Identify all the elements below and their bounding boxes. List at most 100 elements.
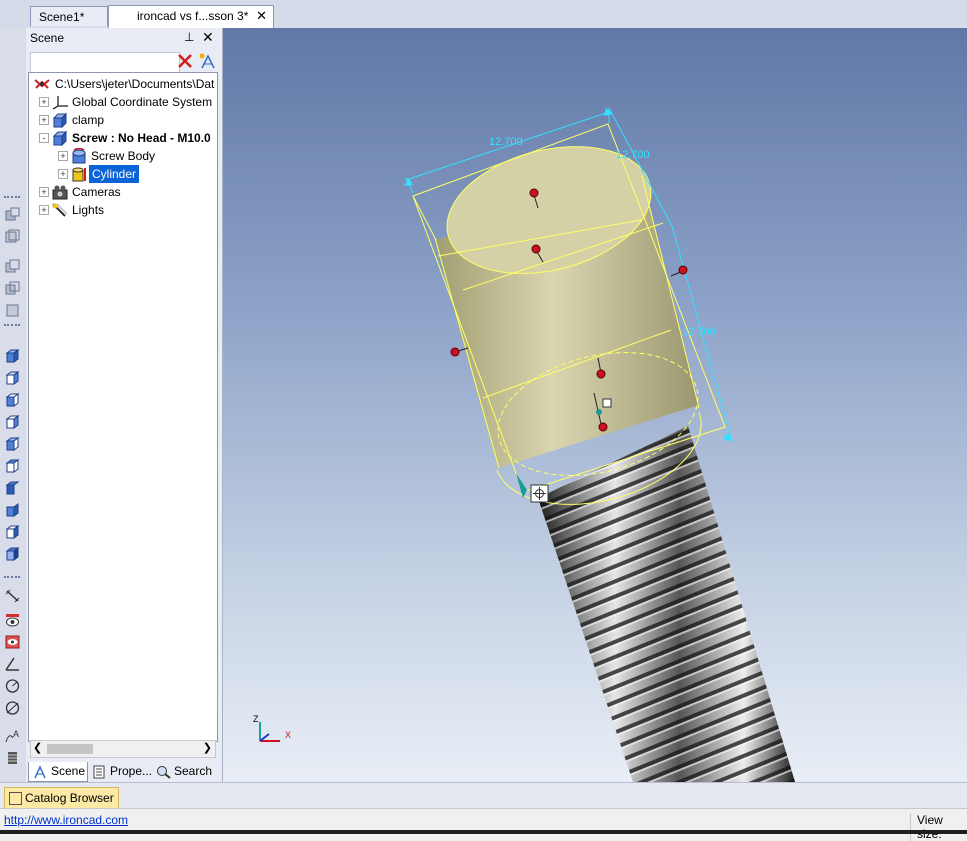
handle-top[interactable] (529, 188, 539, 198)
toolbar-grip[interactable] (4, 576, 20, 581)
scene-filter-input[interactable] (30, 52, 180, 74)
box-side-icon[interactable] (4, 414, 21, 430)
box-top-icon[interactable] (4, 458, 21, 474)
align-tool-icon[interactable] (4, 206, 21, 222)
catalog-icon (9, 792, 22, 805)
tab-label: Search (174, 764, 213, 778)
box-corner-icon[interactable] (4, 436, 21, 452)
handle-left[interactable] (450, 347, 460, 357)
scroll-right-icon[interactable]: ❯ (203, 741, 212, 754)
box-shape-icon[interactable] (4, 348, 21, 364)
dimension-label-width[interactable]: 12.700 (489, 136, 523, 148)
tree-horizontal-scrollbar[interactable]: ❮ ❯ (30, 740, 216, 758)
screw-thread-shaft[interactable] (538, 426, 795, 782)
scene-tree[interactable]: C:\Users\jeter\Documents\Dat + Global Co… (28, 72, 218, 742)
scene-tab-icon (34, 765, 46, 779)
expand-icon[interactable]: + (39, 187, 49, 197)
handle-upper[interactable] (531, 244, 541, 254)
panel-title: Scene (30, 31, 65, 45)
pin-icon[interactable]: ⊥ (184, 30, 194, 44)
expand-icon[interactable]: + (39, 97, 49, 107)
close-tab-icon[interactable]: ✕ (256, 6, 267, 26)
subtract-tool-icon[interactable] (4, 302, 21, 318)
scene-panel: Scene ⊥ ✕ C:\Users\jeter\Documents\Dat +… (26, 28, 223, 782)
expand-icon[interactable]: + (39, 205, 49, 215)
expand-icon[interactable]: + (58, 151, 68, 161)
anchor-marker-icon[interactable] (602, 398, 612, 408)
dimension-label-depth[interactable]: 12.700 (616, 149, 650, 161)
scroll-left-icon[interactable]: ❮ (33, 741, 42, 754)
screw-body-icon (70, 147, 88, 164)
tree-item-label: Cylinder (89, 165, 140, 183)
handle-bottom[interactable] (598, 422, 608, 432)
status-bar: http://www.ironcad.com View size: (0, 808, 967, 841)
tab-scene1[interactable]: Scene1* (30, 6, 108, 26)
box-back-icon[interactable] (4, 502, 21, 518)
box-outline-icon[interactable] (4, 370, 21, 386)
camera-icon (51, 184, 69, 200)
handle-lower[interactable] (596, 369, 606, 379)
boolean-tool-icon[interactable] (4, 258, 21, 274)
tree-item-label: Screw Body (91, 149, 156, 163)
light-icon (51, 202, 69, 218)
tab-label: Prope... (110, 764, 153, 778)
toolbar-grip[interactable] (4, 324, 20, 329)
coordinate-system-icon (51, 94, 69, 110)
measure-tool-icon[interactable] (4, 588, 21, 604)
tab-search[interactable]: Search (154, 762, 216, 781)
ironcad-website-link[interactable]: http://www.ironcad.com (4, 813, 128, 827)
visibility-tool-icon[interactable] (4, 612, 21, 628)
catalog-bar: Catalog Browser (0, 782, 967, 809)
scrollbar-thumb[interactable] (47, 744, 93, 754)
box-iso-icon[interactable] (4, 524, 21, 540)
box-bottom-icon[interactable] (4, 480, 21, 496)
part-icon (51, 112, 69, 129)
3d-viewport[interactable]: 12.700 12.700 12.700 Z X (223, 28, 967, 782)
eye-tool-icon[interactable] (4, 634, 21, 650)
clear-filter-icon[interactable] (176, 52, 194, 70)
dimension-label-height[interactable]: 12.700 (682, 326, 716, 338)
tree-item-label: Screw : No Head - M10.0 (72, 131, 211, 145)
tree-item-label: Cameras (72, 185, 121, 199)
handle-right[interactable] (678, 265, 688, 275)
part-icon (51, 130, 69, 147)
view-size-label: View size: (910, 813, 967, 841)
toolbar-grip[interactable] (4, 196, 20, 201)
catalog-browser-button[interactable]: Catalog Browser (4, 787, 119, 809)
left-toolbar: A (0, 28, 27, 782)
shell-tool-icon[interactable] (4, 228, 21, 244)
taskbar-edge (0, 830, 967, 834)
tab-label: Scene1* (39, 10, 85, 24)
tree-item-label: Global Coordinate System (72, 95, 213, 109)
tab-properties[interactable]: Prope... (90, 762, 152, 781)
tab-ironcad-lesson[interactable]: ironcad vs f...sson 3* ✕ (108, 5, 274, 28)
diameter-tool-icon[interactable] (4, 700, 21, 716)
box-front-icon[interactable] (4, 392, 21, 408)
close-panel-icon[interactable]: ✕ (202, 29, 214, 46)
tab-label: ironcad vs f...sson 3* (137, 9, 249, 23)
cylinder-icon (70, 166, 88, 182)
z-axis-label: Z (253, 714, 259, 724)
box-shaded-icon[interactable] (4, 546, 21, 562)
text-tool-icon[interactable]: A (4, 728, 21, 744)
tab-scene[interactable]: Scene (28, 762, 88, 782)
catalog-browser-label: Catalog Browser (25, 791, 114, 805)
scene-panel-header: Scene ⊥ ✕ (26, 28, 222, 48)
x-axis-label: X (285, 730, 292, 740)
expand-icon[interactable]: + (39, 115, 49, 125)
combine-tool-icon[interactable] (4, 280, 21, 296)
filter-wand-icon[interactable] (198, 52, 216, 70)
expand-icon[interactable]: + (58, 169, 68, 179)
tree-item-label: C:\Users\jeter\Documents\Dat (55, 77, 215, 91)
scene-render (259, 107, 795, 782)
anchor-point[interactable] (596, 409, 602, 415)
panel-tab-strip: Scene Prope... Search (26, 761, 222, 782)
radius-tool-icon[interactable] (4, 678, 21, 694)
collapse-icon[interactable]: - (39, 133, 49, 143)
axis-triad (259, 722, 280, 742)
tree-item-label: Lights (72, 203, 105, 217)
tree-item-label: clamp (72, 113, 105, 127)
angle-tool-icon[interactable] (4, 656, 21, 672)
hatch-tool-icon[interactable] (4, 750, 21, 766)
scene-root-icon (33, 76, 51, 92)
